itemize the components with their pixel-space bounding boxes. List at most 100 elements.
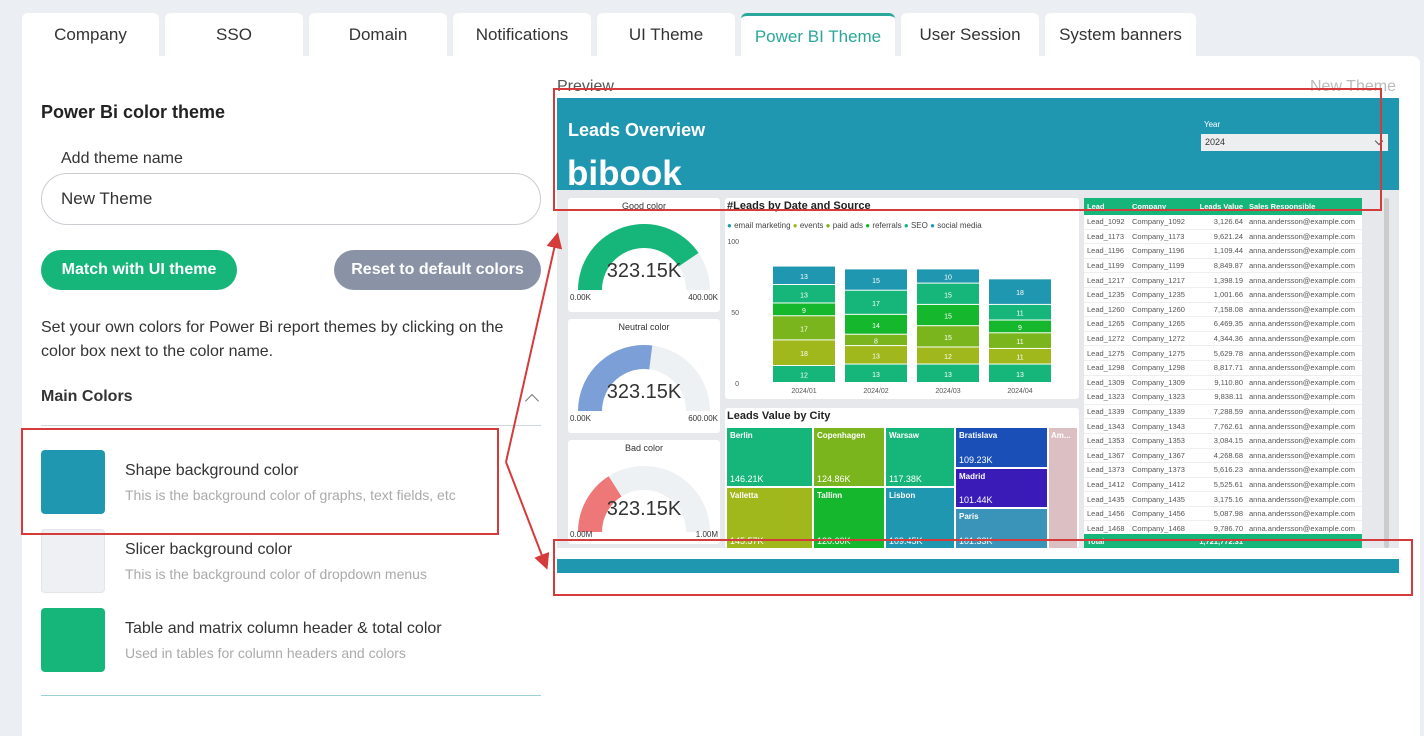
table-cell: Lead_1092 [1087,217,1125,227]
tab-power-bi-theme[interactable]: Power BI Theme [741,13,895,57]
theme-name-input[interactable] [41,173,541,225]
city-name: Copenhagen [817,431,866,440]
table-cell: Company_1199 [1132,261,1185,271]
table-cell: Company_1353 [1132,436,1185,446]
treemap-cell: Madrid 101.44K [956,469,1047,507]
bar-data-label: 13 [800,274,808,281]
table-cell: 5,616.23 [1213,465,1243,475]
table-cell: Lead_1173 [1087,231,1124,241]
instructions-text: Set your own colors for Power Bi report … [41,319,504,360]
table-row: Lead_1196 Company_1196 1,109.44 anna.anders… [1084,244,1362,259]
table-cell: 9,838.11 [1214,392,1243,402]
table-cell: Lead_1217 [1087,275,1125,285]
tab-company[interactable]: Company [22,13,159,57]
tab-user-session[interactable]: User Session [901,13,1039,57]
stacked-bar-chart: #Leads by Date and Source ● email market… [725,198,1079,399]
color-description: Used in tables for column headers and co… [125,645,406,661]
table-cell: anna.andersson@example.com [1249,436,1356,446]
table-cell: Lead_1235 [1087,290,1125,300]
tab-ui-theme[interactable]: UI Theme [597,13,735,57]
main-colors-section-header[interactable]: Main Colors [41,388,541,426]
table-cell: 4,344.36 [1213,334,1243,344]
table-cell: 5,087.98 [1213,509,1243,519]
table-cell: Lead_1196 [1087,246,1124,256]
city-name: Paris [959,512,979,521]
table-cell: anna.andersson@example.com [1249,479,1356,489]
divider [41,695,541,696]
gauge-min: 0.00K [570,414,591,423]
table-cell: Lead_1298 [1087,363,1125,373]
gauge-min: 0.00K [570,293,591,302]
city-value: 109.23K [959,455,993,465]
bar-data-label: 18 [1016,290,1024,297]
table-cell: Company_1343 [1132,421,1185,431]
table-cell: 6,469.35 [1213,319,1243,329]
treemap-cell: Warsaw 117.38K [886,428,954,486]
table-cell: Company_1260 [1132,304,1185,314]
bar-data-label: 11 [1016,311,1023,318]
table-cell: Company_1265 [1132,319,1185,329]
tab-system-banners[interactable]: System banners [1045,13,1196,57]
table-cell: Lead_1468 [1087,523,1125,533]
table-cell: Lead_1323 [1087,392,1125,402]
table-cell: 9,786.70 [1213,523,1243,533]
table-row: Lead_1298 Company_1298 8,817.71 anna.anders… [1084,361,1362,376]
table-cell: Lead_1265 [1087,319,1125,329]
bar-data-label: 12 [800,372,808,379]
bar-data-label: 13 [872,372,880,379]
tab-notifications[interactable]: Notifications [453,13,591,57]
reset-default-colors-button[interactable]: Reset to default colors [334,250,541,290]
table-cell: 1,109.44 [1213,246,1243,256]
table-cell: anna.andersson@example.com [1249,334,1356,344]
bar-data-label: 12 [944,354,952,361]
color-swatch-slicer-background[interactable] [41,529,105,593]
y-tick-label: 100 [727,239,739,246]
table-cell: Lead_1435 [1087,494,1125,504]
table-cell: anna.andersson@example.com [1249,494,1356,504]
table-row: Lead_1309 Company_1309 9,110.80 anna.anders… [1084,376,1362,391]
bar-data-label: 15 [944,292,952,299]
table-row: Lead_1435 Company_1435 3,175.16 anna.anders… [1084,492,1362,507]
settings-tabs: Company SSO Domain Notifications UI Them… [22,13,1196,57]
table-cell: Company_1339 [1132,407,1185,417]
color-description: This is the background color of dropdown… [125,566,427,582]
table-cell: Company_1173 [1132,231,1185,241]
color-row-table-header: Table and matrix column header & total c… [41,608,541,672]
legend-item: referrals [872,221,902,230]
table-cell: anna.andersson@example.com [1249,363,1356,373]
table-row: Lead_1173 Company_1173 9,621.24 anna.anders… [1084,230,1362,245]
match-ui-theme-button[interactable]: Match with UI theme [41,250,237,290]
table-cell: Company_1373 [1132,465,1185,475]
treemap-cell: Copenhagen 124.86K [814,428,884,486]
table-cell: Lead_1339 [1087,407,1125,417]
table-cell: anna.andersson@example.com [1249,217,1356,227]
y-tick-label: 0 [735,381,739,388]
table-cell: anna.andersson@example.com [1249,290,1356,300]
bar-data-label: 17 [800,326,808,333]
color-swatch-table-header[interactable] [41,608,105,672]
table-cell: Company_1468 [1132,523,1185,533]
table-cell: 3,175.16 [1213,494,1243,504]
table-row: Lead_1456 Company_1456 5,087.98 anna.anders… [1084,507,1362,522]
chevron-up-icon[interactable] [524,393,540,409]
table-scrollbar[interactable] [1384,198,1389,548]
gauge-max: 600.00K [688,414,718,423]
bar-data-label: 8 [874,338,878,345]
city-name: Berlin [730,431,753,440]
table-cell: anna.andersson@example.com [1249,421,1356,431]
table-cell: 3,084.15 [1213,436,1243,446]
chart-title: Leads Value by City [727,410,831,422]
color-title: Slicer background color [125,541,293,558]
table-cell: Company_1196 [1132,246,1185,256]
city-name: Am... [1051,431,1071,440]
table-cell: Company_1275 [1132,348,1185,358]
city-name: Lisbon [889,491,916,500]
highlight-box-header [553,88,1382,211]
tab-domain[interactable]: Domain [309,13,447,57]
bar-data-label: 15 [944,314,952,321]
table-row: Lead_1343 Company_1343 7,762.61 anna.anders… [1084,419,1362,434]
table-row: Lead_1323 Company_1323 9,838.11 anna.anders… [1084,390,1362,405]
tab-sso[interactable]: SSO [165,13,303,57]
treemap-chart: Leads Value by City Berlin 146.21K Copenh… [725,408,1079,548]
table-row: Lead_1217 Company_1217 1,398.19 anna.anders… [1084,273,1362,288]
